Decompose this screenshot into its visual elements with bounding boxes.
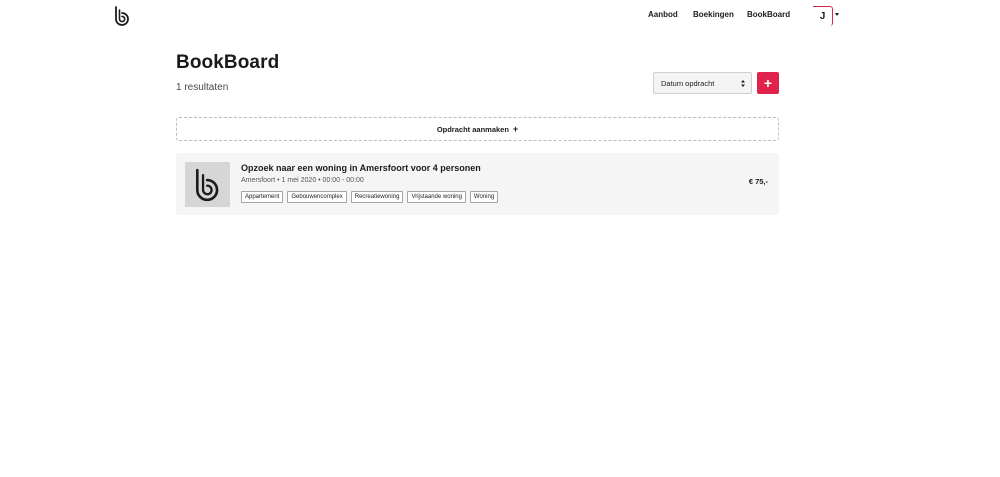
listing-thumbnail [185, 162, 230, 207]
tag-recreatiewoning: Recreatiewoning [350, 191, 404, 203]
user-avatar[interactable]: J [813, 6, 833, 26]
tag-appartement: Appartement [241, 191, 284, 203]
result-count: 1 resultaten [176, 82, 229, 93]
nav-boekingen[interactable]: Boekingen [693, 10, 734, 19]
listing-price: € 75,- [748, 177, 768, 186]
top-navigation: Aanbod Boekingen BookBoard J [0, 0, 1000, 34]
listing-tags: Appartement Gebouwencomplex Recreatiewon… [241, 191, 499, 203]
nav-bookboard[interactable]: BookBoard [747, 10, 790, 19]
listing-title[interactable]: Opzoek naar een woning in Amersfoort voo… [241, 163, 481, 173]
brand-logo-icon [195, 168, 218, 201]
tag-vrijstaande-woning: Vrijstaande woning [407, 191, 466, 203]
tag-gebouwencomplex: Gebouwencomplex [287, 191, 347, 203]
page-title: BookBoard [176, 52, 280, 73]
create-assignment-button[interactable]: Opdracht aanmaken + [176, 117, 779, 141]
tag-woning: Woning [469, 191, 499, 203]
add-button[interactable]: + [757, 72, 779, 94]
sort-selected-value: Datum opdracht [661, 78, 715, 88]
create-assignment-label: Opdracht aanmaken [436, 124, 509, 134]
listing-card[interactable]: Opzoek naar een woning in Amersfoort voo… [176, 153, 779, 215]
listing-meta: Amersfoort • 1 mei 2020 • 00:00 - 00:00 [241, 177, 364, 184]
sort-select[interactable]: Datum opdracht [653, 72, 752, 94]
user-menu-caret-icon[interactable] [835, 13, 839, 16]
nav-aanbod[interactable]: Aanbod [648, 10, 678, 19]
brand-logo-icon[interactable] [114, 6, 131, 26]
sort-arrows-icon [741, 80, 745, 87]
plus-icon: + [512, 124, 519, 134]
